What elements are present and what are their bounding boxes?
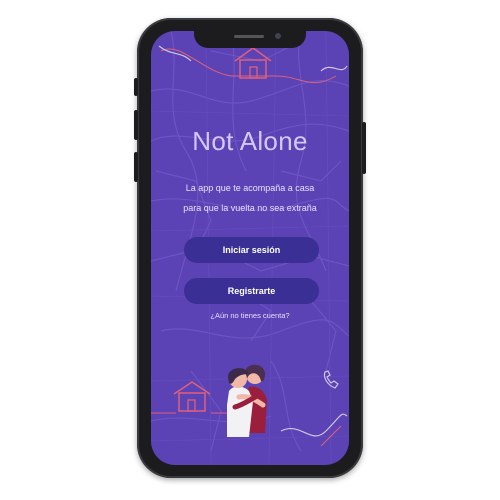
no-account-link[interactable]: ¿Aún no tienes cuenta? xyxy=(151,311,349,320)
phone-camera xyxy=(275,33,281,39)
house-icon xyxy=(173,381,211,412)
volume-up-button xyxy=(134,78,138,96)
house-icon xyxy=(234,47,272,79)
tagline-line-1: La app que te acompaña a casa xyxy=(185,183,315,193)
mute-switch xyxy=(134,152,138,182)
phone-speaker xyxy=(234,35,264,38)
power-button xyxy=(362,122,366,174)
register-button[interactable]: Registrarte xyxy=(184,278,319,304)
volume-down-button xyxy=(134,110,138,140)
app-title: Not Alone xyxy=(192,126,308,156)
phone-handset-icon xyxy=(323,370,339,389)
two-people-hugging-illustration xyxy=(227,364,267,437)
login-button[interactable]: Iniciar sesión xyxy=(184,237,319,263)
phone-notch xyxy=(194,28,306,48)
tagline-line-2: para que la vuelta no sea extraña xyxy=(183,203,317,213)
